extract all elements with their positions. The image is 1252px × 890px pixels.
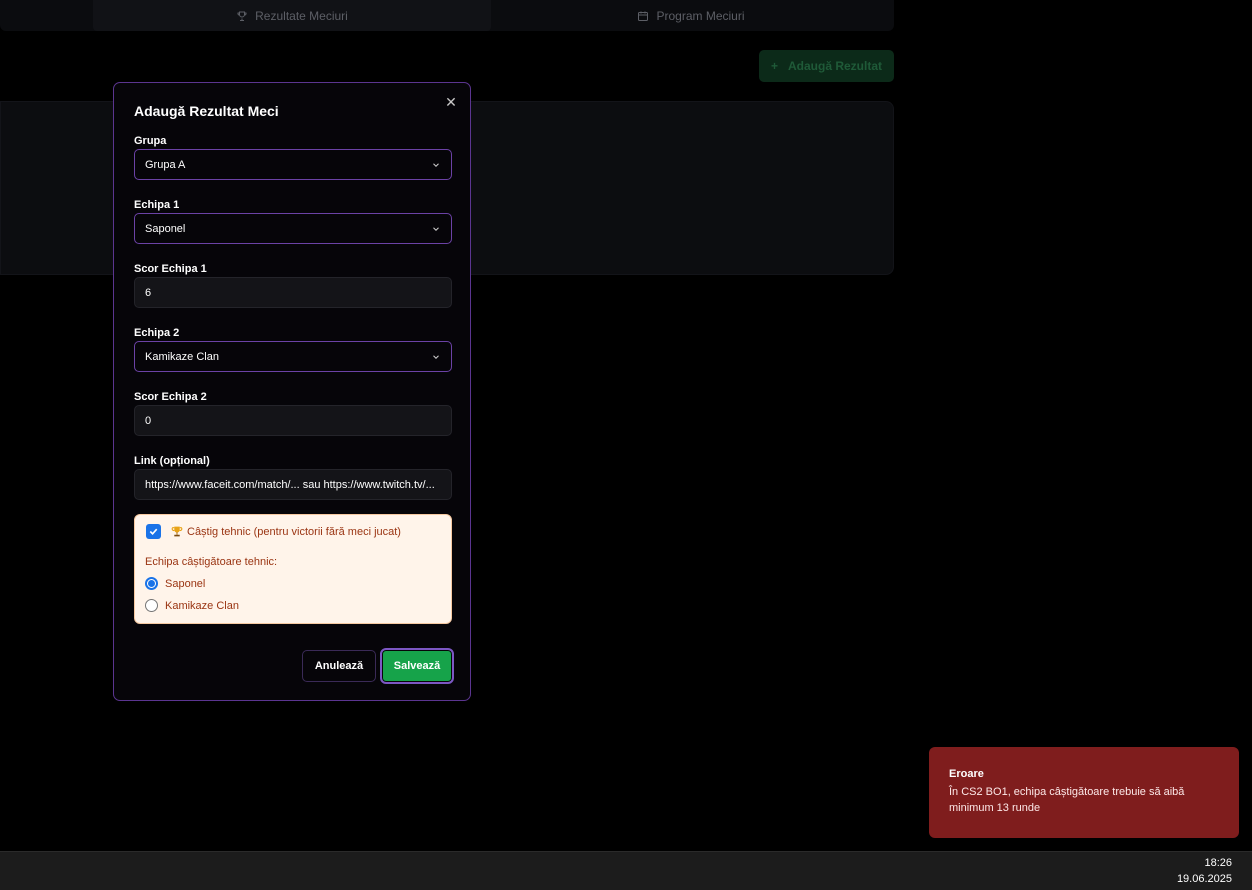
technical-win-label-row: Câștig tehnic (pentru victorii fără meci… [170, 525, 401, 538]
team2-select[interactable]: Kamikaze Clan [134, 341, 452, 372]
link-input[interactable]: https://www.faceit.com/match/... sau htt… [134, 469, 452, 500]
clock-time: 18:26 [1204, 857, 1232, 869]
tab-label: Rezultate Meciuri [255, 8, 348, 23]
group-select[interactable]: Grupa A [134, 149, 452, 180]
score2-value: 0 [145, 414, 152, 427]
chevron-down-icon [433, 226, 439, 231]
trophy-icon [237, 11, 247, 21]
score1-value: 6 [145, 286, 152, 299]
chevron-down-icon [433, 354, 439, 359]
taskbar-clock[interactable]: 18:26 19.06.2025 [1177, 855, 1232, 887]
winner-label: Echipa câștigătoare tehnic: [145, 556, 278, 568]
chevron-down-icon [433, 162, 439, 167]
technical-win-box: Câștig tehnic (pentru victorii fără meci… [134, 514, 452, 624]
team2-value: Kamikaze Clan [145, 350, 219, 363]
group-label: Grupa [134, 135, 167, 147]
save-button[interactable]: Salvează [380, 648, 454, 684]
score1-label: Scor Echipa 1 [134, 263, 207, 275]
taskbar: 18:26 19.06.2025 [0, 851, 1252, 890]
link-label: Link (opțional) [134, 455, 210, 467]
winner-option-label: Kamikaze Clan [165, 599, 239, 612]
tab-label: Program Meciuri [656, 8, 745, 23]
team1-value: Saponel [145, 222, 186, 235]
score1-input[interactable]: 6 [134, 277, 452, 308]
team1-label: Echipa 1 [134, 199, 180, 211]
winner-option-kamikaze[interactable]: Kamikaze Clan [145, 599, 239, 612]
toast-message: În CS2 BO1, echipa câștigătoare trebuie … [949, 786, 1185, 814]
clock-date: 19.06.2025 [1176, 873, 1232, 885]
add-result-button[interactable]: + Adaugă Rezultat [759, 50, 894, 82]
winner-option-saponel[interactable]: Saponel [145, 577, 205, 590]
tabs-bar: Rezultate Meciuri Program Meciuri [0, 0, 894, 31]
link-placeholder: https://www.faceit.com/match/... sau htt… [145, 478, 435, 491]
add-result-label: Adaugă Rezultat [788, 59, 883, 73]
winner-option-label: Saponel [165, 577, 206, 590]
radio-selected[interactable] [145, 577, 158, 590]
cancel-button[interactable]: Anulează [302, 650, 376, 682]
tab-results[interactable]: Rezultate Meciuri [93, 0, 491, 31]
trophy-icon [171, 526, 183, 537]
group-value: Grupa A [145, 158, 186, 171]
radio-unselected[interactable] [145, 599, 158, 612]
score2-input[interactable]: 0 [134, 405, 452, 436]
calendar-icon [638, 11, 649, 21]
error-toast: Eroare În CS2 BO1, echipa câștigătoare t… [929, 747, 1239, 838]
add-result-modal: Adaugă Rezultat Meci ✕ Grupa Grupa A Ech… [113, 82, 471, 701]
plus-icon: + [770, 59, 778, 73]
team1-select[interactable]: Saponel [134, 213, 452, 244]
toast-title: Eroare [949, 768, 984, 780]
check-icon [149, 528, 158, 535]
technical-win-checkbox[interactable] [146, 524, 161, 539]
tab-schedule[interactable]: Program Meciuri [491, 0, 891, 31]
modal-title: Adaugă Rezultat Meci [134, 103, 279, 119]
team2-label: Echipa 2 [134, 327, 180, 339]
technical-win-label: Câștig tehnic (pentru victorii fără meci… [187, 525, 401, 538]
close-icon[interactable]: ✕ [444, 94, 458, 110]
score2-label: Scor Echipa 2 [134, 391, 207, 403]
